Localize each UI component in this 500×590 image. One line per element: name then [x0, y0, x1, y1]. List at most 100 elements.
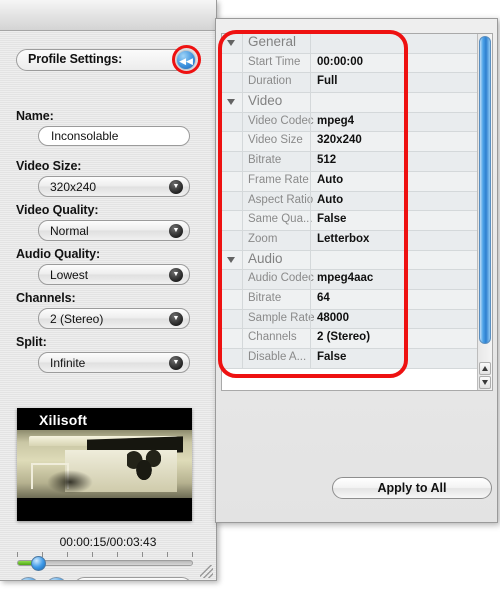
- column-divider: [310, 270, 311, 289]
- column-divider: [310, 191, 311, 211]
- channels-dropdown[interactable]: 2 (Stereo) ▼: [38, 308, 190, 329]
- setting-key: Duration: [248, 75, 292, 88]
- triangle-down-icon[interactable]: [227, 40, 235, 46]
- profile-settings-body: Profile Settings: ◀◀ Name: Inconsolable …: [0, 31, 216, 580]
- channels-field-group: Channels: 2 (Stereo) ▼: [16, 291, 198, 329]
- disclosure-column[interactable]: [222, 34, 243, 53]
- name-input[interactable]: Inconsolable: [38, 126, 190, 146]
- disclosure-column: [222, 211, 243, 230]
- chevron-down-icon: ▼: [169, 312, 183, 326]
- disclosure-column: [222, 152, 243, 171]
- column-divider: [310, 73, 311, 93]
- time-readout: 00:00:15/00:03:43: [59, 535, 157, 549]
- setting-value[interactable]: Auto: [317, 194, 343, 206]
- column-divider: [310, 171, 311, 191]
- settings-table-rows: General Start Time 00:00:00 Duration Full Vid…: [222, 34, 492, 369]
- apply-to-all-button[interactable]: Apply to All: [332, 477, 492, 499]
- setting-key: Video Codec: [248, 114, 314, 127]
- audio-quality-field-group: Audio Quality: Lowest ▼: [16, 247, 198, 285]
- column-divider: [310, 112, 311, 132]
- setting-value[interactable]: 48000: [317, 312, 349, 324]
- audio-quality-value: Lowest: [50, 268, 89, 282]
- disclosure-column: [222, 309, 243, 329]
- column-divider: [310, 349, 311, 368]
- video-quality-field-group: Video Quality: Normal ▼: [16, 203, 198, 241]
- scrollbar-thumb[interactable]: [479, 36, 491, 344]
- video-quality-dropdown[interactable]: Normal ▼: [38, 220, 190, 241]
- stop-icon[interactable]: ■: [45, 577, 68, 580]
- group-header-label: Audio: [248, 250, 283, 266]
- setting-value[interactable]: False: [317, 213, 346, 225]
- table-row[interactable]: Audio Codec mpeg4aac: [222, 270, 492, 290]
- table-row[interactable]: Channels 2 (Stereo): [222, 329, 492, 349]
- setting-value[interactable]: 2 (Stereo): [317, 331, 370, 343]
- setting-value[interactable]: 512: [317, 154, 336, 166]
- table-row[interactable]: General: [222, 34, 492, 54]
- setting-value[interactable]: 64: [317, 292, 330, 304]
- column-divider: [310, 34, 311, 53]
- table-row[interactable]: Disable A... False: [222, 349, 492, 369]
- scroll-up-arrow-icon[interactable]: [479, 362, 491, 375]
- table-row[interactable]: Zoom Letterbox: [222, 230, 492, 251]
- disclosure-column: [222, 349, 243, 368]
- column-divider: [310, 211, 311, 230]
- table-row[interactable]: Video: [222, 93, 492, 113]
- disclosure-column: [222, 73, 243, 93]
- scroll-down-arrow-icon[interactable]: [479, 376, 491, 389]
- disclosure-column: [222, 132, 243, 152]
- table-row[interactable]: Audio: [222, 250, 492, 271]
- table-row[interactable]: Duration Full: [222, 73, 492, 94]
- setting-value[interactable]: False: [317, 351, 346, 363]
- seek-thumb[interactable]: [31, 556, 46, 571]
- pause-icon[interactable]: ❚❚: [17, 577, 40, 580]
- audio-quality-label: Audio Quality:: [16, 247, 101, 261]
- triangle-down-icon[interactable]: [227, 99, 235, 106]
- setting-value[interactable]: Letterbox: [317, 233, 369, 245]
- video-preview[interactable]: Xilisoft: [17, 408, 192, 521]
- disclosure-column[interactable]: [222, 93, 243, 112]
- settings-table: General Start Time 00:00:00 Duration Full Vid…: [221, 33, 493, 391]
- setting-value[interactable]: Full: [317, 75, 337, 87]
- table-row[interactable]: Start Time 00:00:00: [222, 53, 492, 74]
- table-row[interactable]: Frame Rate Auto: [222, 171, 492, 192]
- transport-controls: ❚❚ ■ 🔊: [17, 577, 193, 580]
- table-row[interactable]: Sample Rate 48000: [222, 309, 492, 330]
- profile-settings-label: Profile Settings:: [28, 52, 123, 66]
- column-divider: [310, 132, 311, 152]
- table-row[interactable]: Bitrate 64: [222, 289, 492, 310]
- audio-quality-dropdown[interactable]: Lowest ▼: [38, 264, 190, 285]
- setting-value[interactable]: mpeg4aac: [317, 272, 373, 284]
- channels-label: Channels:: [16, 291, 76, 305]
- split-label: Split:: [16, 335, 47, 349]
- table-row[interactable]: Bitrate 512: [222, 152, 492, 172]
- video-size-dropdown[interactable]: 320x240 ▼: [38, 176, 190, 197]
- table-row[interactable]: Video Codec mpeg4: [222, 112, 492, 133]
- split-field-group: Split: Infinite ▼: [16, 335, 198, 373]
- profile-settings-header: Profile Settings: ◀◀: [16, 45, 201, 74]
- rewind-double-left-icon[interactable]: ◀◀: [176, 50, 196, 70]
- window-titlebar[interactable]: [0, 0, 216, 31]
- resize-grip-icon[interactable]: [200, 565, 213, 578]
- group-header-label: Video: [248, 93, 283, 109]
- setting-value[interactable]: mpeg4: [317, 115, 354, 127]
- table-row[interactable]: Video Size 320x240: [222, 132, 492, 153]
- app-root: Profile Settings: ◀◀ Name: Inconsolable …: [0, 0, 500, 590]
- vertical-scrollbar[interactable]: [477, 34, 492, 390]
- disclosure-column: [222, 53, 243, 73]
- table-row[interactable]: Aspect Ratio Auto: [222, 191, 492, 212]
- triangle-down-icon[interactable]: [227, 256, 235, 263]
- split-dropdown[interactable]: Infinite ▼: [38, 352, 190, 373]
- video-watermark: Xilisoft: [39, 412, 88, 428]
- setting-value[interactable]: 320x240: [317, 134, 362, 146]
- seek-bar[interactable]: [17, 552, 193, 572]
- disclosure-column: [222, 191, 243, 211]
- setting-key: Frame Rate: [248, 173, 309, 186]
- disclosure-column: [222, 289, 243, 309]
- setting-key: Disable A...: [248, 351, 307, 363]
- setting-value[interactable]: 00:00:00: [317, 56, 363, 68]
- setting-value[interactable]: Auto: [317, 174, 343, 186]
- column-divider: [310, 250, 311, 270]
- disclosure-column[interactable]: [222, 250, 243, 270]
- table-row[interactable]: Same Qua... False: [222, 211, 492, 231]
- column-divider: [310, 93, 311, 112]
